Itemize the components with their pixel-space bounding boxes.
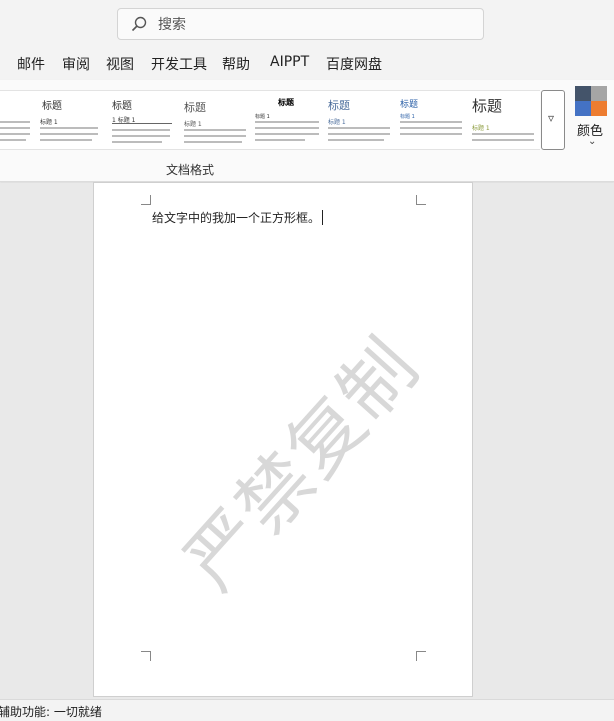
style-title: 标题 [278,98,294,107]
style-title: 标题 [328,99,350,112]
style-heading: 标题 1 [184,121,202,128]
text-cursor [322,210,324,225]
menu-bar: 邮件 审阅 视图 开发工具 帮助 AIPPT 百度网盘 [0,46,614,80]
document-body-text[interactable]: 给文字中的我加一个正方形框。 [152,209,324,226]
style-thumbnail[interactable]: 标题 标题 1 [396,91,466,151]
style-title: 标题 [400,100,419,110]
color-swatch [575,101,591,116]
chevron-down-icon: ▿ [548,111,555,125]
style-heading: 标题 1 [255,114,270,120]
margin-mark [416,195,426,205]
tab-help[interactable]: 帮助 [222,54,250,74]
style-title: 标题 [112,101,132,112]
style-thumbnail[interactable]: 标题 标题 1 [468,91,538,151]
paragraph-text: 给文字中的我加一个正方形框。 [152,211,321,225]
style-heading: 标题 1 [400,114,415,120]
status-bar: 辅助功能: 一切就绪 [0,699,614,721]
style-thumbnail[interactable]: 标题 标题 1 [324,91,394,151]
color-swatch [575,86,591,101]
margin-mark [141,651,151,661]
style-thumbnail[interactable]: 标题 标题 1 [38,91,104,151]
gallery-more-button[interactable]: ▿ [541,90,565,150]
search-box[interactable]: 搜索 [117,8,484,40]
style-title: 标题 [184,101,206,114]
style-thumbnail[interactable] [0,91,34,151]
color-swatch [591,86,607,101]
ribbon-design: 标题 标题 1 标题 1 标题 1 标题 标题 1 标题 标题 1 标题 标题 … [0,80,614,182]
tab-aippt[interactable]: AIPPT [270,54,309,70]
tab-developer[interactable]: 开发工具 [151,54,207,74]
style-heading: 标题 1 [472,125,490,132]
watermark: 严禁复制 [168,322,436,607]
tab-review[interactable]: 审阅 [62,54,90,74]
style-thumbnail[interactable]: 标题 标题 1 [252,91,322,151]
search-placeholder: 搜索 [158,17,186,33]
title-bar: 搜索 [0,0,614,46]
style-title: 标题 [42,101,62,112]
search-icon [130,15,148,33]
document-page[interactable]: 严禁复制 给文字中的我加一个正方形框。 [93,182,473,697]
chevron-down-icon[interactable]: ⌄ [588,136,596,147]
tab-view[interactable]: 视图 [106,54,134,74]
style-heading: 标题 1 [40,119,58,126]
color-swatch [591,101,607,116]
accessibility-status[interactable]: 辅助功能: 一切就绪 [0,703,102,720]
style-title: 标题 [472,97,503,115]
style-heading: 标题 1 [328,119,346,126]
style-thumbnail[interactable]: 标题 标题 1 [180,91,250,151]
document-format-gallery: 标题 标题 1 标题 1 标题 1 标题 标题 1 标题 标题 1 标题 标题 … [0,90,540,150]
style-thumbnail[interactable]: 标题 1 标题 1 [108,91,176,151]
tab-baidu-netdisk[interactable]: 百度网盘 [326,54,382,74]
margin-mark [416,651,426,661]
group-label-document-format: 文档格式 [166,163,215,177]
tab-mailings[interactable]: 邮件 [17,54,45,74]
margin-mark [141,195,151,205]
